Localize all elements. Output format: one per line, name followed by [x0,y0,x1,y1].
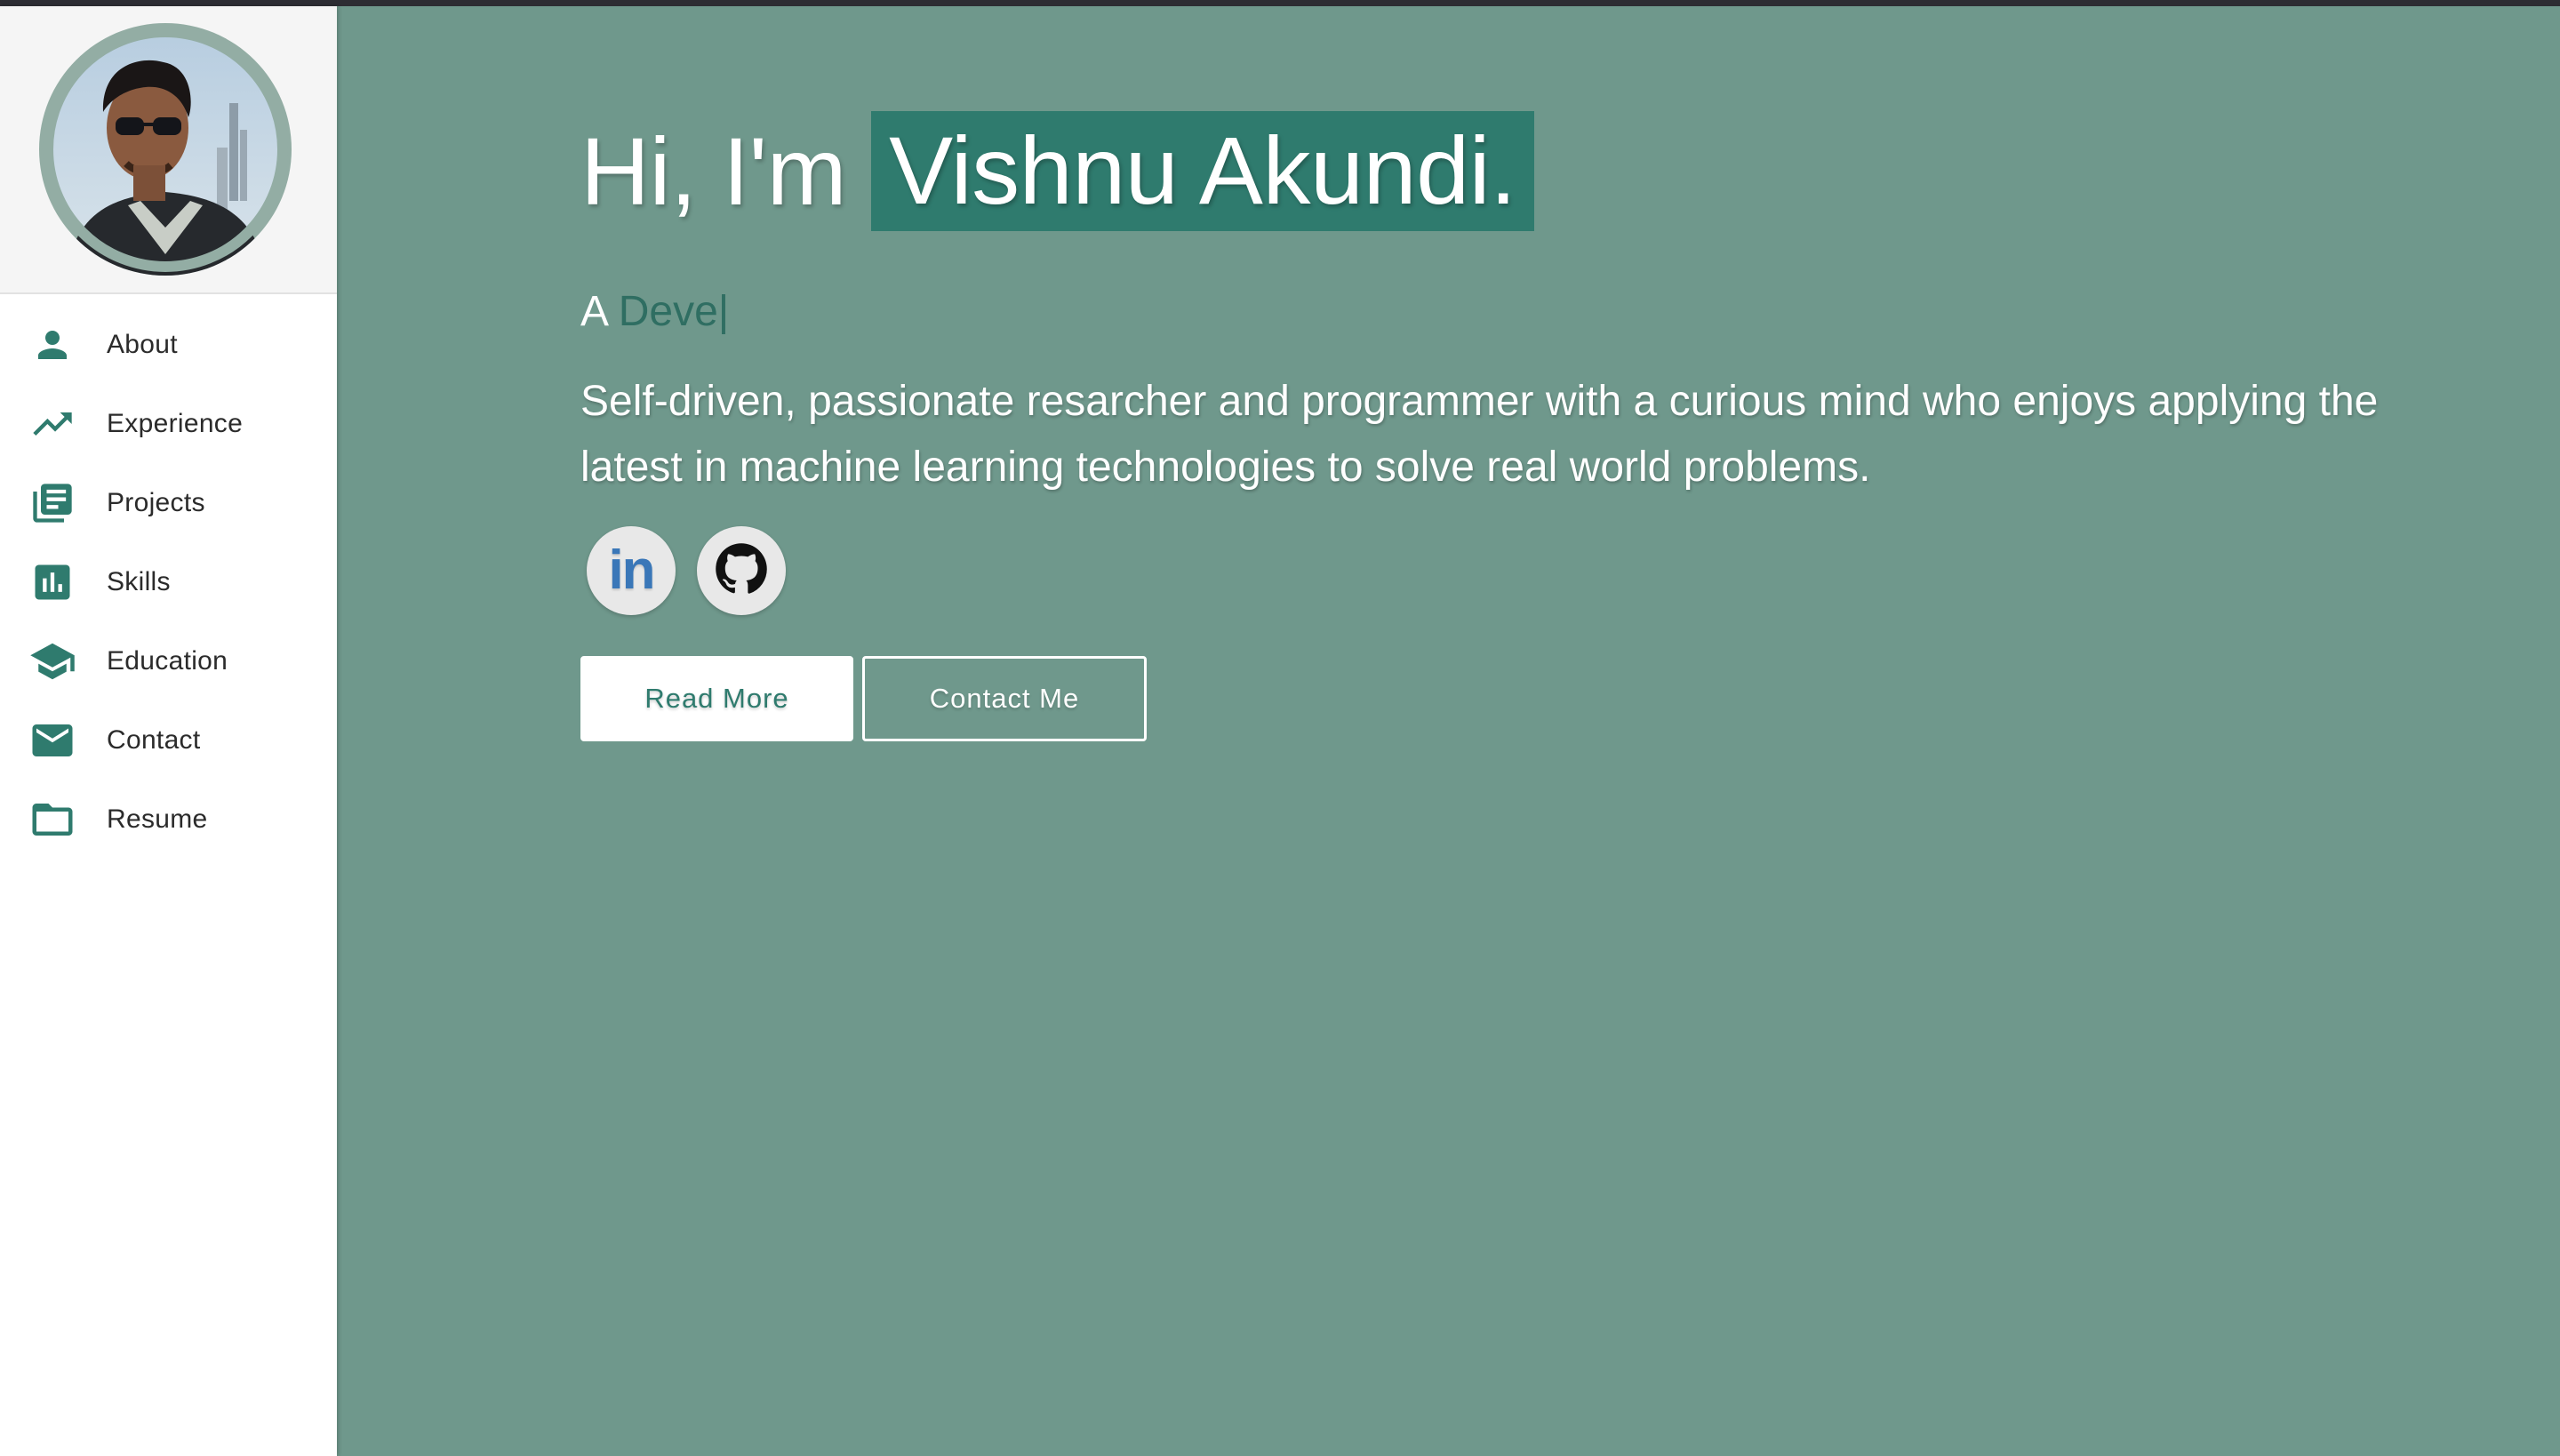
sidebar-nav: About Experience Projects Skills Educati… [0,305,337,859]
hero-title: Hi, I'm Vishnu Akundi. [580,111,1534,231]
hero-name: Vishnu Akundi. [871,111,1534,231]
bar-chart-icon [28,558,76,606]
sidebar-item-label: Skills [107,566,171,596]
person-icon [28,321,76,369]
sidebar-item-contact[interactable]: Contact [0,700,337,780]
linkedin-button[interactable]: in [587,526,676,615]
sidebar-item-skills[interactable]: Skills [0,542,337,621]
window-top-bar [0,0,2560,6]
sidebar: About Experience Projects Skills Educati… [0,6,337,1456]
hero-section: Hi, I'm Vishnu Akundi. A Deve| Self-driv… [337,6,2560,1456]
sidebar-item-label: Resume [107,804,208,834]
subtitle-typed-text: Deve [618,288,718,335]
subtitle-prefix: A [580,288,607,335]
sidebar-item-label: Education [107,645,228,676]
sidebar-item-experience[interactable]: Experience [0,384,337,463]
sidebar-item-about[interactable]: About [0,305,337,384]
sidebar-item-projects[interactable]: Projects [0,463,337,542]
social-links: in [587,526,786,615]
folder-icon [28,796,76,844]
library-books-icon [28,479,76,527]
sidebar-item-label: Experience [107,408,244,438]
hero-greeting: Hi, I'm [580,117,847,225]
linkedin-icon: in [608,540,655,601]
sidebar-item-resume[interactable]: Resume [0,780,337,859]
hero-actions: Read More Contact Me [580,656,1147,741]
github-icon [715,542,768,600]
avatar [39,23,292,276]
profile-header [0,6,337,294]
school-icon [28,637,76,685]
sidebar-item-label: Projects [107,487,205,517]
sidebar-item-label: Contact [107,724,201,755]
trending-up-icon [28,400,76,448]
sidebar-item-education[interactable]: Education [0,621,337,700]
contact-me-button[interactable]: Contact Me [862,656,1147,741]
typing-cursor: | [717,288,730,335]
read-more-button[interactable]: Read More [580,656,853,741]
sidebar-item-label: About [107,329,178,359]
email-icon [28,716,76,764]
typed-subtitle: A Deve| [580,287,729,336]
hero-description: Self-driven, passionate resarcher and pr… [580,378,2379,491]
github-button[interactable] [697,526,786,615]
